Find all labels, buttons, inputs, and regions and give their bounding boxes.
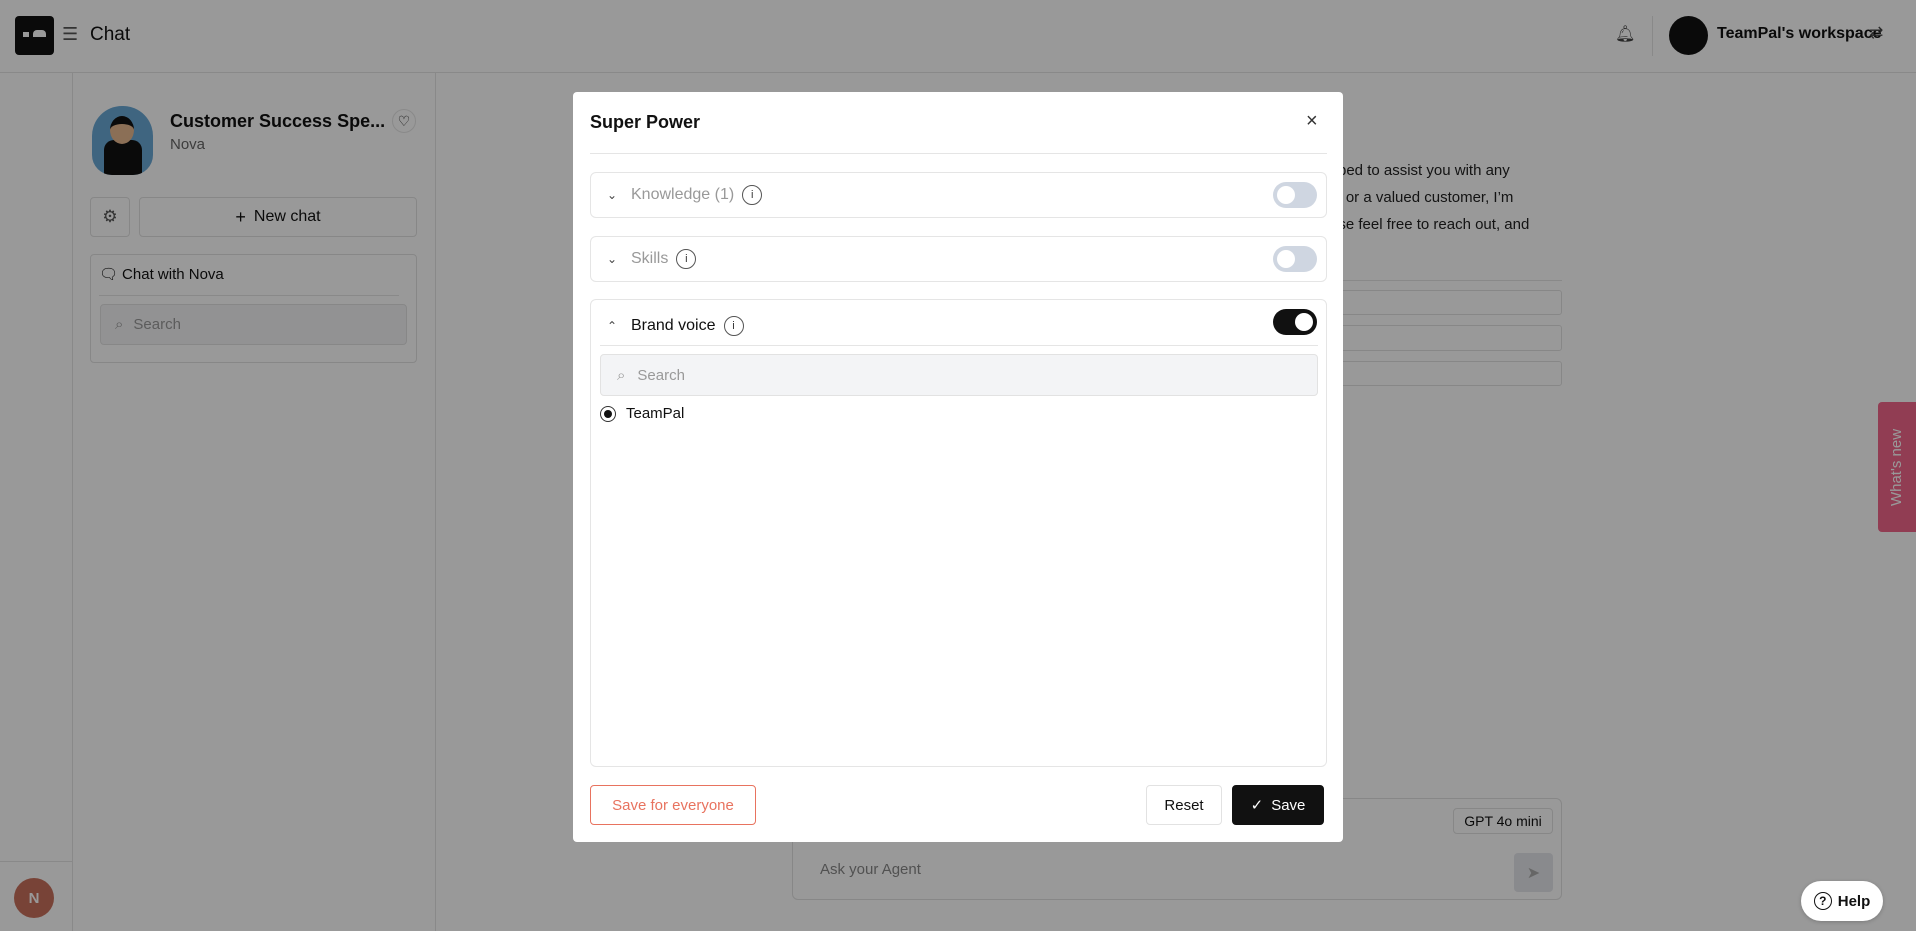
section-brand-voice: ⌃ Brand voice i ⌕ Search TeamPal — [590, 299, 1327, 767]
save-for-everyone-button[interactable]: Save for everyone — [590, 785, 756, 825]
check-icon: ✓ — [1250, 797, 1264, 814]
super-power-modal: Super Power × ⌄ Knowledge (1) i ⌄ Skills i ⌃… — [573, 92, 1343, 842]
brand-voice-search-input[interactable]: ⌕ Search — [600, 354, 1318, 396]
chevron-up-icon[interactable]: ⌃ — [607, 319, 621, 333]
modal-title: Super Power — [590, 112, 701, 132]
info-icon[interactable]: i — [676, 249, 697, 269]
skills-toggle[interactable] — [1273, 246, 1317, 272]
section-knowledge[interactable]: ⌄ Knowledge (1) i — [590, 172, 1327, 218]
question-icon: ? — [1813, 892, 1832, 910]
help-button[interactable]: ? Help — [1801, 881, 1883, 921]
info-icon[interactable]: i — [742, 185, 763, 205]
save-button[interactable]: ✓ Save — [1232, 785, 1324, 825]
section-skills[interactable]: ⌄ Skills i — [590, 236, 1327, 282]
chevron-down-icon[interactable]: ⌄ — [607, 188, 621, 202]
chevron-down-icon[interactable]: ⌄ — [607, 252, 621, 266]
search-icon: ⌕ — [617, 366, 626, 384]
knowledge-toggle[interactable] — [1273, 182, 1317, 208]
reset-button[interactable]: Reset — [1146, 785, 1222, 825]
brand-option-teampal[interactable]: TeamPal — [600, 405, 684, 422]
brand-voice-toggle[interactable] — [1273, 309, 1317, 335]
close-icon[interactable]: × — [1306, 110, 1318, 133]
info-icon[interactable]: i — [723, 316, 744, 336]
radio-selected[interactable] — [600, 405, 616, 422]
